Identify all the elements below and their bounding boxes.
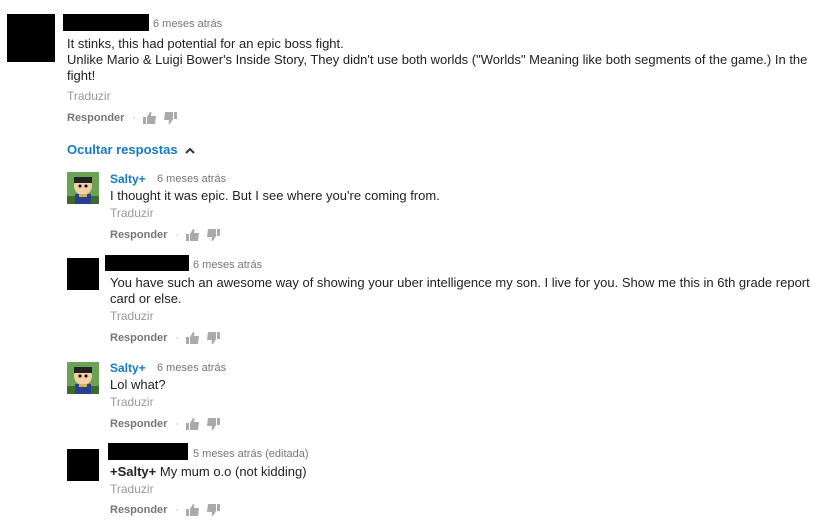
translate-link[interactable]: Traduzir xyxy=(110,309,154,323)
reply-timestamp[interactable]: 6 meses atrás xyxy=(157,173,226,185)
comment-text-line2: Unlike Mario & Luigi Bower's Inside Stor… xyxy=(67,52,808,83)
separator-dot: · xyxy=(175,332,180,344)
thumb-down-icon[interactable] xyxy=(206,229,221,241)
reply-actions: Responder · xyxy=(110,418,221,430)
separator-dot: · xyxy=(132,112,137,124)
avatar-salty[interactable] xyxy=(67,362,99,394)
comment-actions: Responder · xyxy=(67,112,178,124)
separator-dot: · xyxy=(175,504,180,516)
separator-dot: · xyxy=(175,418,180,430)
author-name-redacted[interactable] xyxy=(105,255,189,271)
thumb-up-icon[interactable] xyxy=(143,112,157,124)
translate-link[interactable]: Traduzir xyxy=(67,89,111,103)
author-name-redacted[interactable] xyxy=(63,14,149,31)
reply-timestamp[interactable]: 6 meses atrás xyxy=(193,259,262,271)
hide-replies-label: Ocultar respostas xyxy=(67,142,178,157)
avatar-redacted[interactable] xyxy=(67,449,99,481)
mention-link[interactable]: +Salty+ xyxy=(110,464,156,479)
reply-author[interactable]: Salty+ xyxy=(110,172,146,186)
thumb-down-icon[interactable] xyxy=(163,112,178,124)
thumb-up-icon[interactable] xyxy=(186,504,200,516)
hide-replies-button[interactable]: Ocultar respostas xyxy=(67,142,195,157)
thumb-up-icon[interactable] xyxy=(186,229,200,241)
reply-actions: Responder · xyxy=(110,332,221,344)
thumb-down-icon[interactable] xyxy=(206,504,221,516)
reply-timestamp[interactable]: 6 meses atrás xyxy=(157,362,226,374)
translate-link[interactable]: Traduzir xyxy=(110,482,154,496)
thumb-up-icon[interactable] xyxy=(186,418,200,430)
comment-text-line1: It stinks, this had potential for an epi… xyxy=(67,36,344,51)
avatar-redacted[interactable] xyxy=(7,14,55,62)
separator-dot: · xyxy=(175,229,180,241)
reply-text: You have such an awesome way of showing … xyxy=(110,275,810,306)
comment-timestamp[interactable]: 6 meses atrás xyxy=(153,18,222,30)
reply-actions: Responder · xyxy=(110,504,221,516)
thumb-down-icon[interactable] xyxy=(206,418,221,430)
reply-button[interactable]: Responder xyxy=(110,504,167,516)
avatar-redacted[interactable] xyxy=(67,258,99,290)
reply-text: +Salty+ My mum o.o (not kidding) xyxy=(110,464,307,480)
thumb-up-icon[interactable] xyxy=(186,332,200,344)
reply-text: Lol what? xyxy=(110,377,166,392)
reply-button[interactable]: Responder xyxy=(110,229,167,241)
reply-button[interactable]: Responder xyxy=(110,332,167,344)
reply-author[interactable]: Salty+ xyxy=(110,361,146,375)
avatar-salty[interactable] xyxy=(67,172,99,204)
translate-link[interactable]: Traduzir xyxy=(110,206,154,220)
reply-button[interactable]: Responder xyxy=(67,112,124,124)
author-name-redacted[interactable] xyxy=(108,443,188,460)
reply-text: I thought it was epic. But I see where y… xyxy=(110,188,440,203)
translate-link[interactable]: Traduzir xyxy=(110,395,154,409)
reply-text-content: My mum o.o (not kidding) xyxy=(156,464,307,479)
reply-button[interactable]: Responder xyxy=(110,418,167,430)
thumb-down-icon[interactable] xyxy=(206,332,221,344)
chevron-up-icon xyxy=(184,142,195,157)
reply-actions: Responder · xyxy=(110,229,221,241)
reply-timestamp[interactable]: 5 meses atrás (editada) xyxy=(193,448,309,460)
